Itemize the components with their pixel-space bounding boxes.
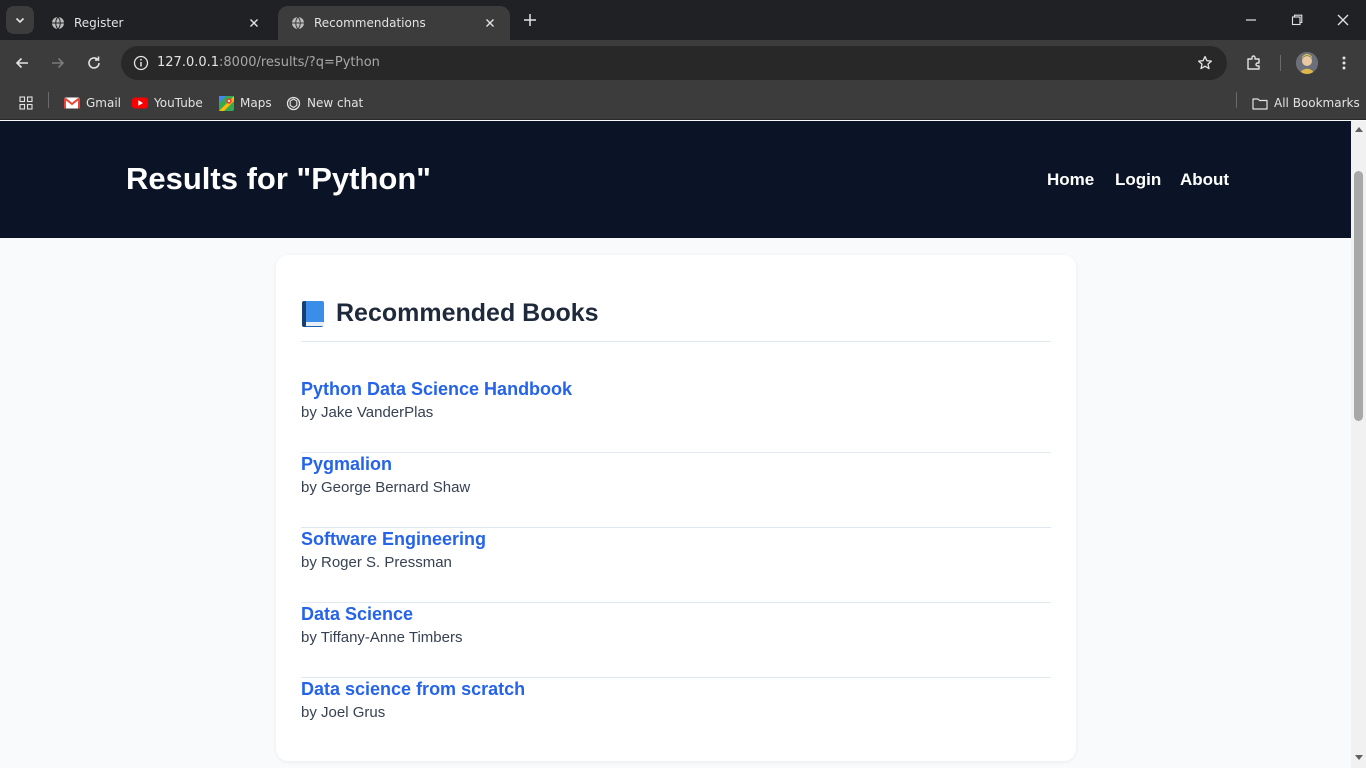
bookmark-star-icon[interactable] (1195, 53, 1215, 73)
more-vertical-icon (1342, 56, 1346, 70)
book-author: by George Bernard Shaw (301, 479, 471, 496)
nav-login-link[interactable]: Login (1115, 170, 1161, 190)
globe-icon (50, 15, 66, 31)
bookmark-youtube[interactable]: YouTube (132, 92, 203, 114)
scrollbar-thumb[interactable] (1354, 171, 1363, 421)
bookmark-label: YouTube (154, 96, 203, 110)
arrow-right-icon (52, 57, 65, 69)
book-item: Software Engineering by Roger S. Pressma… (301, 528, 1051, 603)
site-header: Results for "Python" Home Login About (0, 121, 1351, 238)
book-author: by Jake VanderPlas (301, 404, 434, 421)
tab-title: Recommendations (314, 16, 426, 30)
close-tab-icon[interactable] (246, 15, 262, 31)
close-window-button[interactable] (1320, 0, 1366, 40)
page-scrollbar[interactable] (1351, 121, 1366, 768)
close-tab-icon[interactable] (482, 15, 498, 31)
maps-icon (218, 95, 234, 111)
bookmark-new-chat[interactable]: New chat (285, 92, 363, 114)
tab-register[interactable]: Register (38, 6, 274, 40)
book-item: Python Data Science Handbook by Jake Van… (301, 378, 1051, 453)
puzzle-icon (1247, 55, 1260, 70)
plus-icon (524, 14, 536, 26)
book-title-link[interactable]: Data Science (301, 604, 413, 625)
minimize-button[interactable] (1228, 0, 1274, 40)
book-title-link[interactable]: Data science from scratch (301, 679, 525, 700)
url-host: 127.0.0.1 (157, 55, 220, 70)
globe-icon (290, 15, 306, 31)
restore-button[interactable] (1274, 0, 1320, 40)
bookmarks-divider (48, 92, 49, 108)
nav-home-link[interactable]: Home (1047, 170, 1094, 190)
bookmarks-divider (1236, 92, 1237, 108)
all-bookmarks-label: All Bookmarks (1274, 96, 1360, 110)
tab-recommendations[interactable]: Recommendations (278, 6, 510, 40)
browser-toolbar: 127.0.0.1:8000/results/?q=Python (0, 40, 1366, 86)
book-item: Pygmalion by George Bernard Shaw (301, 453, 1051, 528)
page-title: Results for "Python" (126, 161, 431, 196)
all-bookmarks-button[interactable]: All Bookmarks (1252, 92, 1360, 114)
address-bar[interactable]: 127.0.0.1:8000/results/?q=Python (121, 46, 1227, 80)
bookmark-label: Maps (240, 96, 272, 110)
gmail-icon (64, 95, 80, 111)
url-text[interactable]: 127.0.0.1:8000/results/?q=Python (157, 55, 380, 70)
restore-icon (1291, 14, 1303, 26)
section-heading: Recommended Books (301, 299, 599, 328)
chevron-down-icon (15, 17, 25, 24)
avatar (1296, 52, 1318, 74)
toolbar-divider (1280, 55, 1281, 71)
bookmark-label: New chat (307, 96, 364, 110)
bookmark-maps[interactable]: Maps (218, 92, 272, 114)
page-viewport: Results for "Python" Home Login About Re… (0, 121, 1351, 768)
bookmark-gmail[interactable]: Gmail (64, 92, 121, 114)
arrow-left-icon (15, 57, 28, 69)
book-title-link[interactable]: Pygmalion (301, 454, 392, 475)
extensions-button[interactable] (1240, 49, 1268, 77)
reload-button[interactable] (80, 49, 108, 77)
new-tab-button[interactable] (519, 9, 541, 31)
recommendations-card: Recommended Books Python Data Science Ha… (276, 255, 1076, 761)
back-button[interactable] (8, 49, 36, 77)
apps-grid-icon (18, 95, 34, 111)
reload-icon (88, 56, 100, 69)
apps-button[interactable] (18, 92, 40, 114)
site-info-icon[interactable] (129, 51, 153, 75)
profile-button[interactable] (1293, 49, 1321, 77)
forward-button[interactable] (44, 49, 72, 77)
book-author: by Joel Grus (301, 704, 386, 721)
divider (301, 341, 1051, 342)
nav-about-link[interactable]: About (1180, 170, 1229, 190)
close-icon (1337, 14, 1349, 26)
scroll-up-arrow-icon[interactable] (1354, 125, 1363, 133)
book-title-link[interactable]: Python Data Science Handbook (301, 379, 572, 400)
menu-button[interactable] (1330, 49, 1358, 77)
blue-book-icon (301, 300, 327, 328)
tab-strip: Register Recommendations (0, 0, 1366, 40)
book-item: Data science from scratch by Joel Grus (301, 678, 1051, 753)
tab-search-button[interactable] (6, 6, 34, 34)
youtube-icon (132, 95, 148, 111)
scroll-down-arrow-icon[interactable] (1354, 754, 1363, 762)
url-path: :8000/results/?q=Python (219, 55, 380, 70)
folder-icon (1252, 95, 1268, 111)
book-author: by Tiffany-Anne Timbers (301, 629, 463, 646)
book-title-link[interactable]: Software Engineering (301, 529, 486, 550)
bookmark-label: Gmail (86, 96, 122, 110)
section-heading-text: Recommended Books (336, 299, 599, 327)
tab-title: Register (74, 16, 124, 30)
minimize-icon (1246, 19, 1256, 21)
book-item: Data Science by Tiffany-Anne Timbers (301, 603, 1051, 678)
book-author: by Roger S. Pressman (301, 554, 452, 571)
bookmarks-bar: Gmail YouTube Maps New chat All Bookmark… (0, 86, 1366, 120)
chatgpt-icon (285, 95, 301, 111)
